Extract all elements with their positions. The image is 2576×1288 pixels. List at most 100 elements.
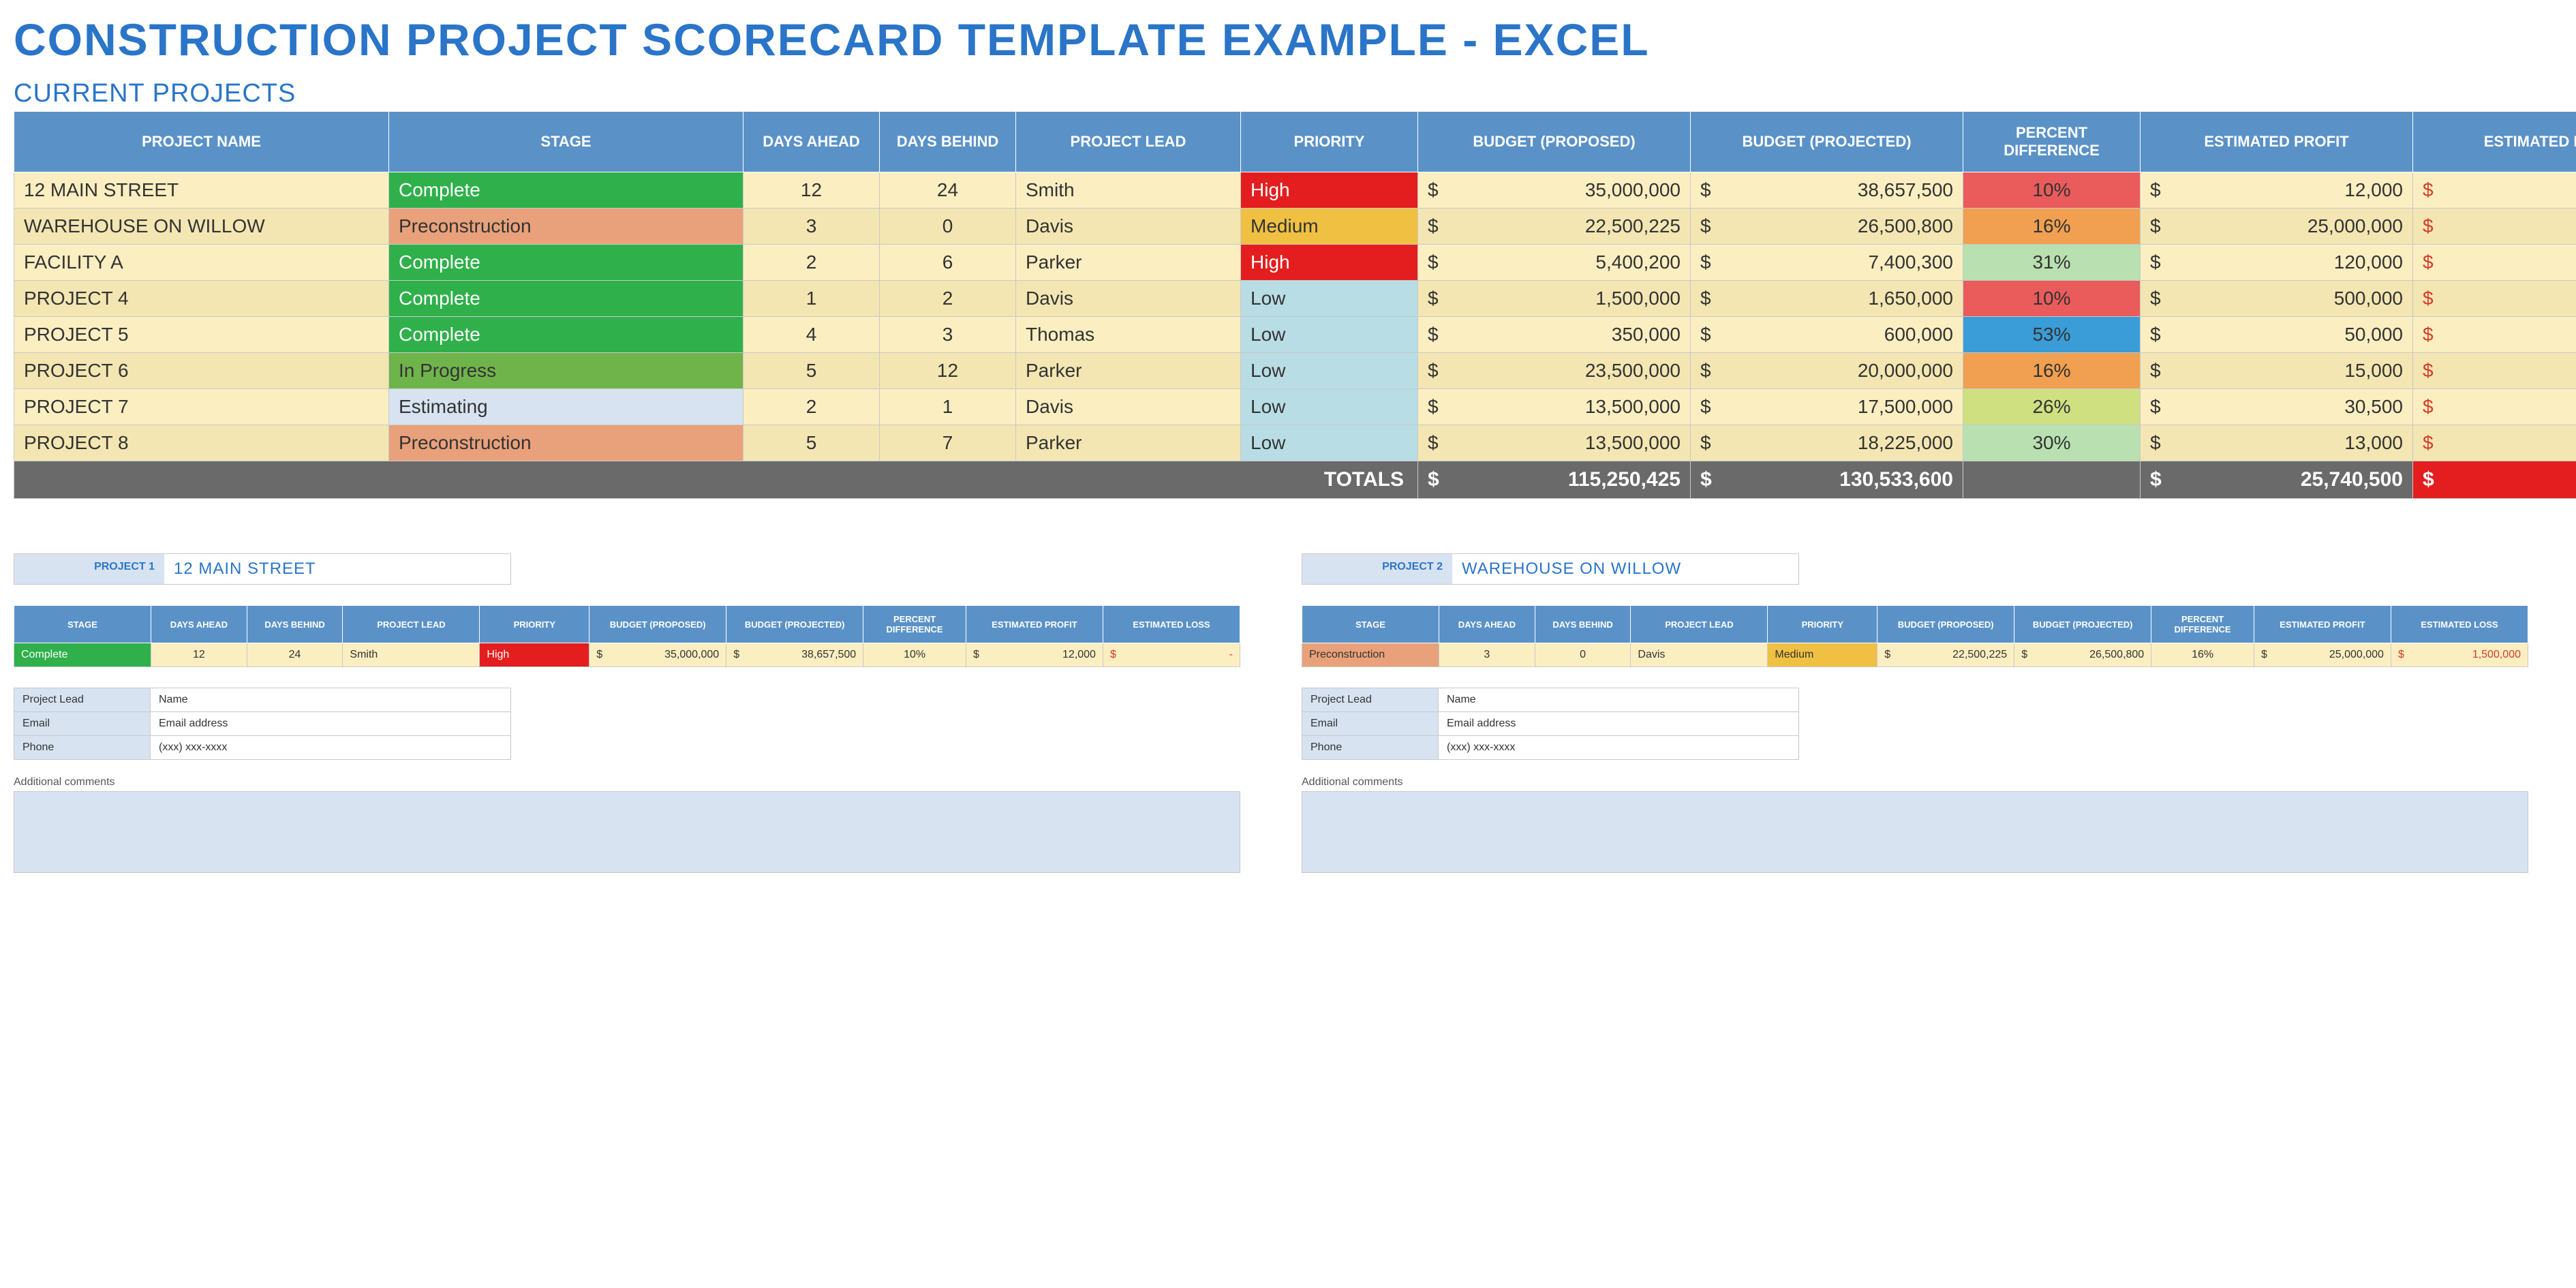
- mini-days-ahead[interactable]: 3: [1439, 643, 1535, 667]
- cell-days-behind[interactable]: 3: [880, 317, 1016, 353]
- mini-budget-prop[interactable]: $22,500,225: [1877, 643, 2014, 667]
- mini-pct-diff[interactable]: 10%: [863, 643, 966, 667]
- cell-pct-diff[interactable]: 16%: [1963, 209, 2141, 245]
- cell-profit[interactable]: $500,000: [2141, 281, 2413, 317]
- cell-budget-proj[interactable]: $7,400,300: [1691, 245, 1963, 281]
- cell-stage[interactable]: Complete: [389, 172, 743, 209]
- cell-budget-proj[interactable]: $1,650,000: [1691, 281, 1963, 317]
- cell-name[interactable]: PROJECT 7: [14, 389, 389, 425]
- cell-lead[interactable]: Thomas: [1016, 317, 1241, 353]
- col-stage[interactable]: STAGE: [389, 112, 743, 172]
- cell-budget-proj[interactable]: $600,000: [1691, 317, 1963, 353]
- col-profit[interactable]: ESTIMATED PROFIT: [2141, 112, 2413, 172]
- comments-box[interactable]: [14, 791, 1240, 873]
- cell-profit[interactable]: $120,000: [2141, 245, 2413, 281]
- mini-loss[interactable]: $-: [1103, 643, 1240, 667]
- contact-email-value[interactable]: Email address: [151, 712, 511, 736]
- cell-budget-proj[interactable]: $20,000,000: [1691, 353, 1963, 389]
- cell-pct-diff[interactable]: 53%: [1963, 317, 2141, 353]
- cell-budget-prop[interactable]: $22,500,225: [1418, 209, 1691, 245]
- cell-budget-prop[interactable]: $5,400,200: [1418, 245, 1691, 281]
- cell-budget-proj[interactable]: $38,657,500: [1691, 172, 1963, 209]
- cell-priority[interactable]: Low: [1241, 389, 1418, 425]
- contact-lead-value[interactable]: Name: [1439, 688, 1799, 712]
- mini-pct-diff[interactable]: 16%: [2151, 643, 2254, 667]
- col-budget-proj[interactable]: BUDGET (PROJECTED): [1691, 112, 1963, 172]
- cell-days-ahead[interactable]: 2: [743, 389, 880, 425]
- cell-stage[interactable]: Complete: [389, 245, 743, 281]
- cell-budget-proj[interactable]: $18,225,000: [1691, 425, 1963, 461]
- cell-name[interactable]: WAREHOUSE ON WILLOW: [14, 209, 389, 245]
- cell-days-behind[interactable]: 1: [880, 389, 1016, 425]
- cell-priority[interactable]: Low: [1241, 425, 1418, 461]
- cell-profit[interactable]: $25,000,000: [2141, 209, 2413, 245]
- col-budget-prop[interactable]: BUDGET (PROPOSED): [1418, 112, 1691, 172]
- cell-loss[interactable]: $-: [2413, 172, 2576, 209]
- mini-days-behind[interactable]: 0: [1535, 643, 1631, 667]
- mini-loss[interactable]: $1,500,000: [2391, 643, 2528, 667]
- cell-budget-prop[interactable]: $350,000: [1418, 317, 1691, 353]
- cell-stage[interactable]: In Progress: [389, 353, 743, 389]
- cell-days-ahead[interactable]: 2: [743, 245, 880, 281]
- mini-stage[interactable]: Complete: [14, 643, 151, 667]
- col-days-behind[interactable]: DAYS BEHIND: [880, 112, 1016, 172]
- cell-pct-diff[interactable]: 10%: [1963, 281, 2141, 317]
- cell-profit[interactable]: $13,000: [2141, 425, 2413, 461]
- mini-budget-proj[interactable]: $26,500,800: [2014, 643, 2151, 667]
- cell-days-behind[interactable]: 2: [880, 281, 1016, 317]
- cell-lead[interactable]: Davis: [1016, 389, 1241, 425]
- project-title[interactable]: WAREHOUSE ON WILLOW: [1452, 554, 1798, 584]
- cell-stage[interactable]: Complete: [389, 317, 743, 353]
- cell-days-behind[interactable]: 6: [880, 245, 1016, 281]
- cell-profit[interactable]: $30,500: [2141, 389, 2413, 425]
- mini-days-ahead[interactable]: 12: [151, 643, 247, 667]
- mini-profit[interactable]: $12,000: [966, 643, 1103, 667]
- cell-pct-diff[interactable]: 26%: [1963, 389, 2141, 425]
- cell-loss[interactable]: $3,000: [2413, 317, 2576, 353]
- cell-stage[interactable]: Preconstruction: [389, 209, 743, 245]
- cell-priority[interactable]: High: [1241, 245, 1418, 281]
- cell-profit[interactable]: $15,000: [2141, 353, 2413, 389]
- cell-profit[interactable]: $12,000: [2141, 172, 2413, 209]
- cell-days-ahead[interactable]: 5: [743, 425, 880, 461]
- cell-days-behind[interactable]: 12: [880, 353, 1016, 389]
- cell-name[interactable]: 12 MAIN STREET: [14, 172, 389, 209]
- cell-budget-prop[interactable]: $23,500,000: [1418, 353, 1691, 389]
- contact-lead-value[interactable]: Name: [151, 688, 511, 712]
- cell-name[interactable]: PROJECT 5: [14, 317, 389, 353]
- cell-pct-diff[interactable]: 16%: [1963, 353, 2141, 389]
- cell-pct-diff[interactable]: 10%: [1963, 172, 2141, 209]
- cell-lead[interactable]: Parker: [1016, 245, 1241, 281]
- cell-priority[interactable]: Low: [1241, 353, 1418, 389]
- cell-loss[interactable]: $-: [2413, 245, 2576, 281]
- col-days-ahead[interactable]: DAYS AHEAD: [743, 112, 880, 172]
- cell-priority[interactable]: Medium: [1241, 209, 1418, 245]
- cell-budget-prop[interactable]: $13,500,000: [1418, 425, 1691, 461]
- contact-phone-value[interactable]: (xxx) xxx-xxxx: [151, 736, 511, 760]
- cell-days-ahead[interactable]: 4: [743, 317, 880, 353]
- cell-days-ahead[interactable]: 3: [743, 209, 880, 245]
- mini-budget-proj[interactable]: $38,657,500: [726, 643, 863, 667]
- col-priority[interactable]: PRIORITY: [1241, 112, 1418, 172]
- cell-pct-diff[interactable]: 30%: [1963, 425, 2141, 461]
- cell-budget-proj[interactable]: $26,500,800: [1691, 209, 1963, 245]
- cell-name[interactable]: PROJECT 6: [14, 353, 389, 389]
- cell-profit[interactable]: $50,000: [2141, 317, 2413, 353]
- cell-priority[interactable]: Low: [1241, 317, 1418, 353]
- cell-name[interactable]: FACILITY A: [14, 245, 389, 281]
- cell-loss[interactable]: $-: [2413, 425, 2576, 461]
- cell-stage[interactable]: Preconstruction: [389, 425, 743, 461]
- cell-loss[interactable]: $1,000: [2413, 389, 2576, 425]
- cell-priority[interactable]: Low: [1241, 281, 1418, 317]
- contact-email-value[interactable]: Email address: [1439, 712, 1799, 736]
- comments-box[interactable]: [1302, 791, 2528, 873]
- cell-days-behind[interactable]: 7: [880, 425, 1016, 461]
- cell-budget-prop[interactable]: $35,000,000: [1418, 172, 1691, 209]
- cell-loss[interactable]: $2,250: [2413, 353, 2576, 389]
- mini-priority[interactable]: Medium: [1768, 643, 1877, 667]
- mini-budget-prop[interactable]: $35,000,000: [589, 643, 726, 667]
- cell-name[interactable]: PROJECT 4: [14, 281, 389, 317]
- cell-lead[interactable]: Parker: [1016, 425, 1241, 461]
- cell-days-ahead[interactable]: 5: [743, 353, 880, 389]
- col-loss[interactable]: ESTIMATED LOSS: [2413, 112, 2576, 172]
